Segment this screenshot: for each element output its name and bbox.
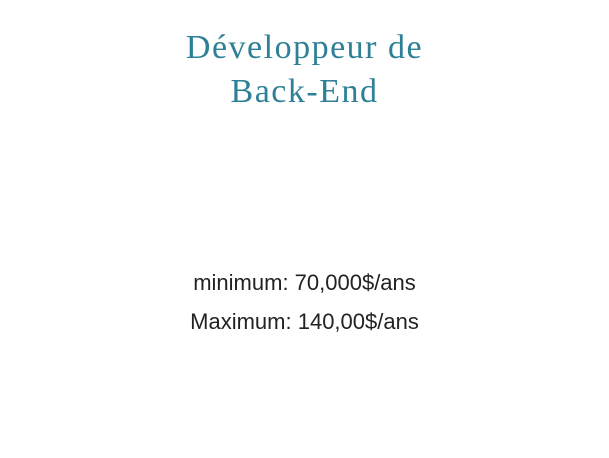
title-line-1: Développeur de <box>185 29 424 66</box>
slide: Développeur de Back-End minimum: 70,000$… <box>0 0 609 458</box>
slide-title: Développeur de Back-End <box>0 26 609 114</box>
salary-maximum: Maximum: 140,00$/ans <box>190 309 419 334</box>
salary-range: minimum: 70,000$/ans Maximum: 140,00$/an… <box>0 263 609 341</box>
title-line-2: Back-End <box>230 73 379 110</box>
salary-minimum: minimum: 70,000$/ans <box>193 270 416 295</box>
